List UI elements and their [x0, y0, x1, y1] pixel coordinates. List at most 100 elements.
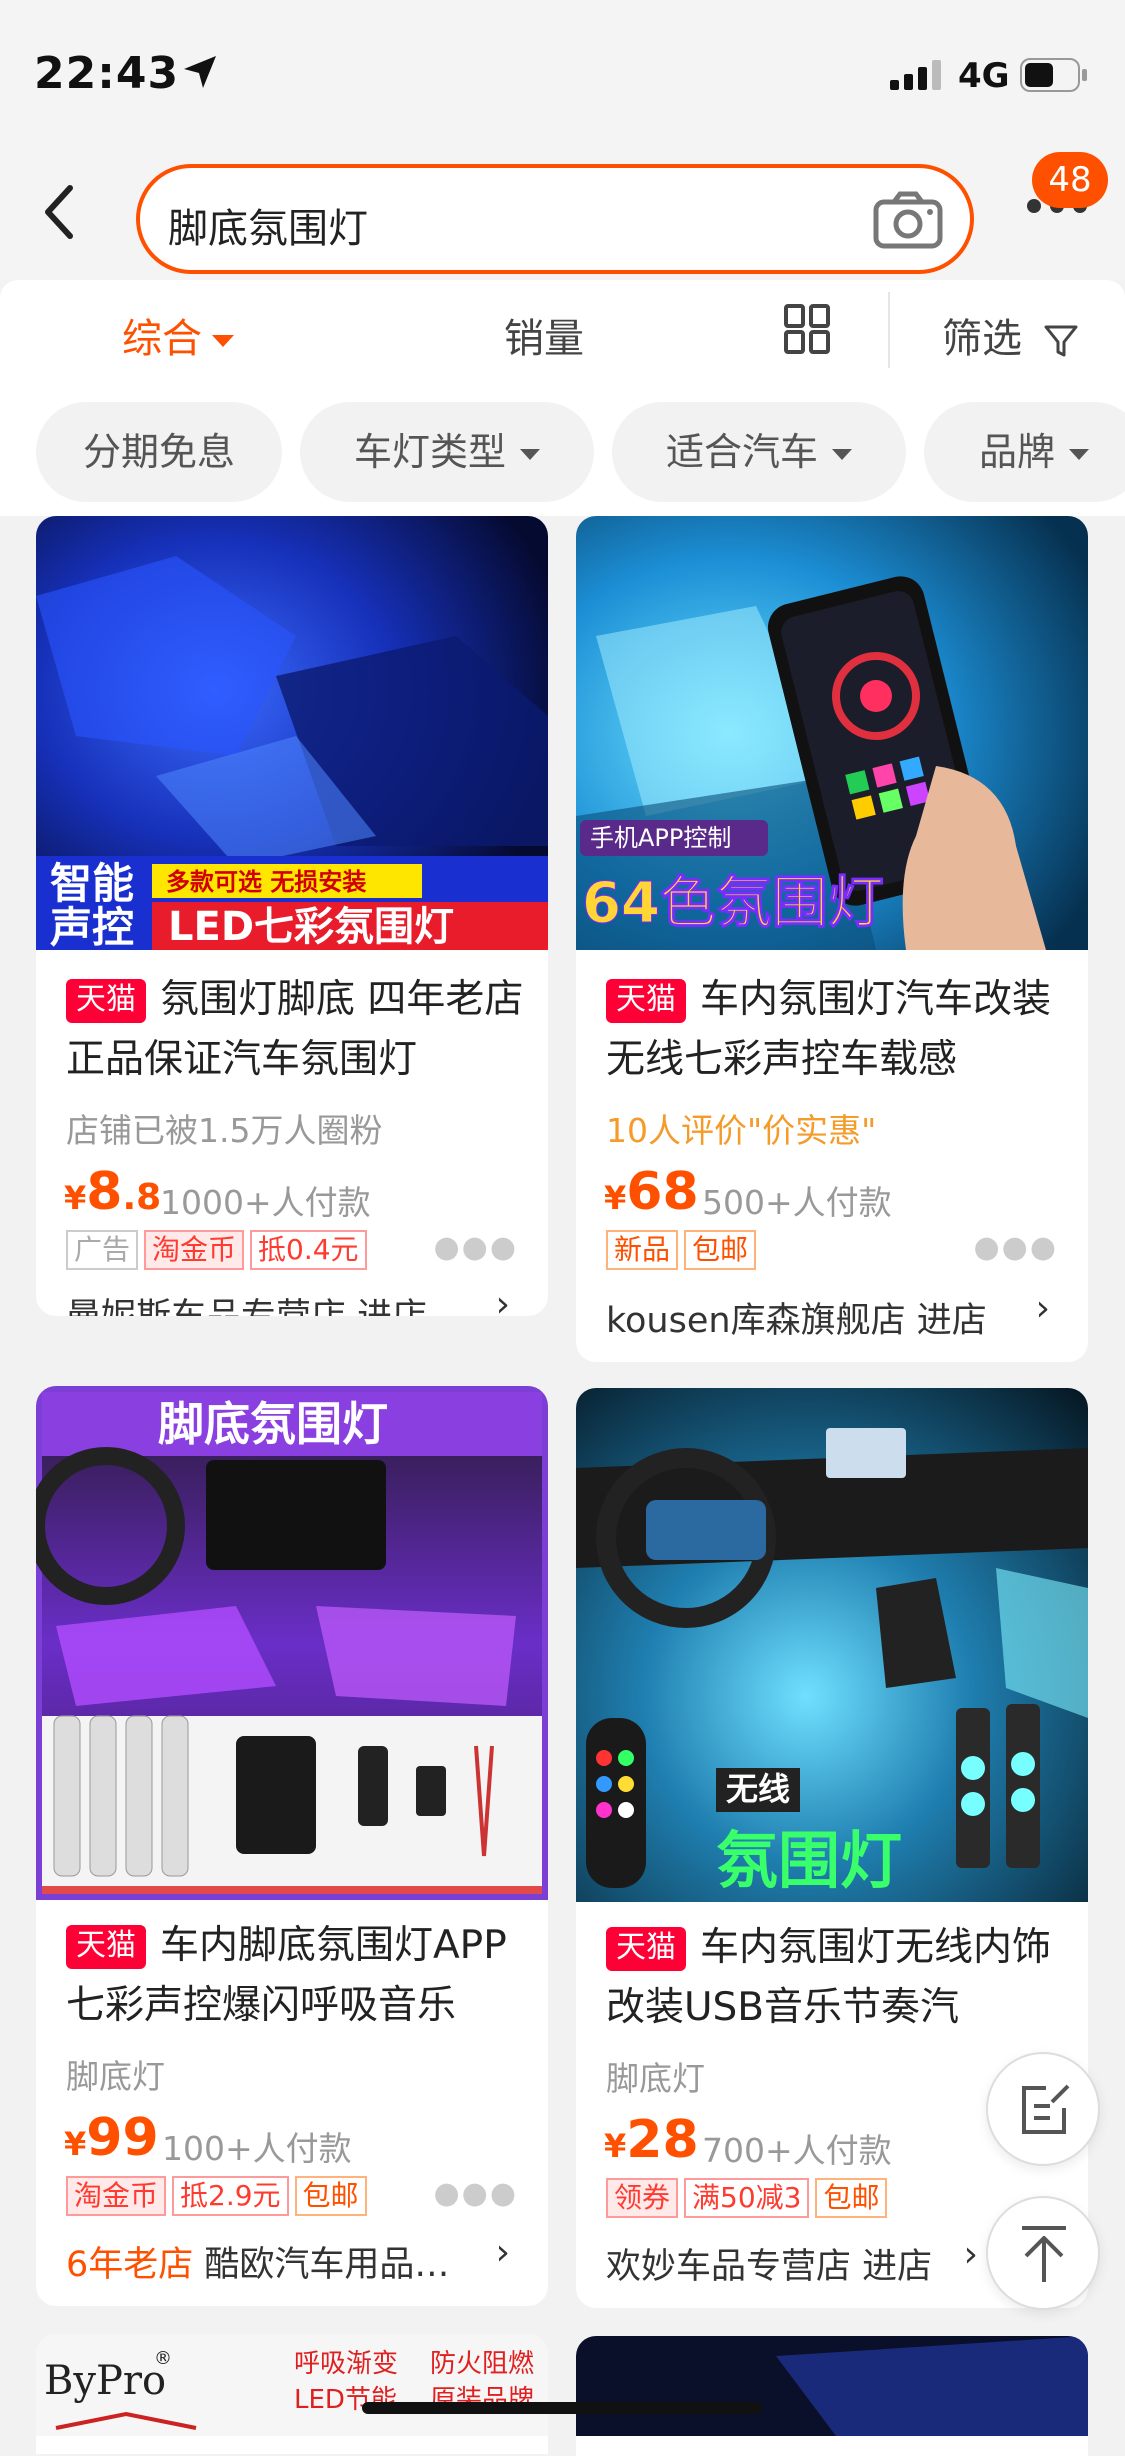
- filter-chips: 分期免息 车灯类型 适合汽车 品牌: [0, 400, 1125, 516]
- more-options-icon[interactable]: ●●●: [973, 1230, 1058, 1265]
- free-shipping-tag: 包邮: [294, 2176, 367, 2216]
- price-int: 28: [626, 2110, 699, 2170]
- battery-icon: [1020, 58, 1087, 92]
- search-input[interactable]: 脚底氛围灯: [136, 164, 974, 274]
- image-banner-text: 多款可选 无损安装: [166, 868, 366, 896]
- promo-tags: 领券 满50减3 包邮: [606, 2178, 893, 2220]
- store-name: 曼妮斯车品专营店: [66, 1297, 346, 1316]
- more-options-icon[interactable]: ●●●: [433, 2176, 518, 2211]
- store-link[interactable]: 曼妮斯车品专营店 进店: [66, 1288, 427, 1316]
- store-age: 6年老店: [66, 2245, 194, 2285]
- promo-tags: 新品 包邮: [606, 1230, 762, 1272]
- chip-label: 车灯类型: [353, 430, 506, 474]
- price-symbol: ¥: [604, 1179, 627, 1217]
- chip-light-type[interactable]: 车灯类型: [300, 402, 594, 502]
- product-card[interactable]: 多款可选 无损安装 智能 声控 LED七彩氛围灯 天猫 氛围灯脚底 四年老店 正品…: [36, 516, 548, 1316]
- price-symbol: ¥: [64, 2125, 87, 2163]
- camera-icon[interactable]: [872, 190, 944, 250]
- chip-brand[interactable]: 品牌: [924, 402, 1125, 502]
- product-card[interactable]: [576, 2336, 1088, 2456]
- sold-count: 100+人付款: [162, 2129, 352, 2168]
- store-link[interactable]: kousen库森旗舰店 进店: [606, 1292, 987, 1343]
- price: ¥99: [64, 2108, 159, 2168]
- product-image[interactable]: ByPro ® 呼吸渐变 防火阻燃 LED节能 原装品牌: [36, 2334, 548, 2436]
- product-card[interactable]: ByPro ® 呼吸渐变 防火阻燃 LED节能 原装品牌: [36, 2334, 548, 2454]
- image-text-line2: 声控: [50, 903, 134, 950]
- enter-store: 进店: [916, 1301, 987, 1341]
- product-title[interactable]: 天猫 车内氛围灯无线内饰改装USB音乐节奏汽: [606, 1918, 1076, 2038]
- chip-label: 品牌: [978, 430, 1055, 474]
- back-to-top-button[interactable]: [986, 2196, 1100, 2310]
- product-image[interactable]: 多款可选 无损安装 智能 声控 LED七彩氛围灯: [36, 516, 548, 950]
- price-int: 8: [86, 1162, 123, 1222]
- caret-down-icon: [1069, 449, 1089, 460]
- price-dec: .8: [122, 1177, 162, 1218]
- image-headline: LED七彩氛围灯: [168, 904, 454, 950]
- product-title[interactable]: 天猫 氛围灯脚底 四年老店 正品保证汽车氛围灯: [66, 970, 536, 1090]
- chevron-right-icon: ›: [495, 1284, 510, 1316]
- tmall-badge: 天猫: [606, 1927, 686, 1971]
- back-arrow-icon[interactable]: [40, 184, 76, 240]
- edit-note-icon: [1022, 2084, 1070, 2134]
- store-name: kousen库森旗舰店: [606, 1301, 906, 1341]
- feedback-button[interactable]: [986, 2052, 1100, 2166]
- more-options-icon[interactable]: ●●●: [433, 1230, 518, 1265]
- chip-fit-car[interactable]: 适合汽车: [612, 402, 906, 502]
- price: ¥68: [604, 1162, 699, 1222]
- product-title[interactable]: 天猫 车内脚底氛围灯APP七彩声控爆闪呼吸音乐: [66, 1916, 536, 2036]
- coin-tag: 淘金币: [66, 2176, 167, 2216]
- store-link[interactable]: 6年老店 酷欧汽车用品…: [66, 2236, 449, 2287]
- product-title[interactable]: 天猫 车内氛围灯汽车改装无线七彩声控车载感: [606, 970, 1076, 1090]
- message-badge: 48: [1032, 152, 1108, 208]
- price-int: 68: [626, 1162, 699, 1222]
- product-image[interactable]: 手机APP控制 64色氛围灯: [576, 516, 1088, 950]
- deduct-tag: 抵2.9元: [172, 2176, 289, 2216]
- registered-mark: ®: [154, 2348, 172, 2369]
- free-shipping-tag: 包邮: [684, 1230, 757, 1270]
- filter-label: 筛选: [942, 316, 1022, 362]
- product-image[interactable]: 脚底氛围灯: [36, 1386, 548, 1900]
- sort-bar: 综合 销量 筛选: [0, 280, 1125, 400]
- status-time: 22:43: [34, 48, 180, 99]
- filter-button[interactable]: 筛选: [942, 306, 1079, 364]
- store-link[interactable]: 欢妙车品专营店 进店: [606, 2238, 932, 2289]
- product-card[interactable]: 无线 氛围灯 天猫 车内氛围灯无线内饰改装USB音乐节奏汽 脚底灯 ¥28 700…: [576, 1388, 1088, 2308]
- search-header: 脚底氛围灯 48: [0, 140, 1125, 280]
- location-arrow-icon: [184, 56, 216, 88]
- sold-count: 700+人付款: [702, 2131, 892, 2170]
- chip-label: 适合汽车: [665, 430, 818, 474]
- product-subtitle: 10人评价"价实惠": [606, 1111, 877, 1150]
- sort-sales[interactable]: 销量: [504, 306, 584, 364]
- image-headline: 64色氛围灯: [582, 871, 884, 936]
- enter-store: 进店: [357, 1297, 427, 1316]
- image-badge: 无线: [726, 1770, 790, 1808]
- sort-comprehensive[interactable]: 综合: [122, 306, 234, 364]
- grid-view-icon[interactable]: [784, 304, 830, 354]
- sold-count: 1000+人付款: [160, 1183, 371, 1222]
- home-indicator: [362, 2402, 762, 2414]
- chip-installment[interactable]: 分期免息: [36, 402, 282, 502]
- new-tag: 新品: [606, 1230, 679, 1270]
- caret-down-icon: [212, 335, 234, 347]
- discount-tag: 满50减3: [684, 2178, 810, 2218]
- price-symbol: ¥: [604, 2127, 627, 2165]
- promo-tags: 广告 淘金币 抵0.4元: [66, 1230, 373, 1272]
- product-subtitle: 脚底灯: [606, 2059, 705, 2098]
- enter-store: 进店: [862, 2247, 933, 2287]
- product-card[interactable]: 手机APP控制 64色氛围灯 天猫 车内氛围灯汽车改装无线七彩声控车载感 10人评…: [576, 516, 1088, 1362]
- caret-down-icon: [832, 449, 852, 460]
- product-image[interactable]: 无线 氛围灯: [576, 1388, 1088, 1902]
- status-bar: 22:43 4G: [0, 0, 1125, 140]
- sort-comprehensive-label: 综合: [122, 316, 202, 362]
- chevron-right-icon: ›: [1035, 1288, 1050, 1329]
- price: ¥8.8: [64, 1162, 161, 1222]
- network-type: 4G: [958, 56, 1010, 96]
- store-name: 酷欧汽车用品…: [204, 2245, 450, 2285]
- product-subtitle: 脚底灯: [66, 2057, 165, 2096]
- brand-logo: ByPro: [44, 2358, 166, 2404]
- deduct-tag: 抵0.4元: [250, 1230, 367, 1270]
- tmall-badge: 天猫: [66, 1925, 146, 1969]
- price-int: 99: [86, 2108, 159, 2168]
- product-card[interactable]: 脚底氛围灯 天猫 车内脚底氛围灯APP七彩声控爆闪呼吸音乐 脚底灯 ¥99 100…: [36, 1386, 548, 2306]
- product-image[interactable]: [576, 2336, 1088, 2436]
